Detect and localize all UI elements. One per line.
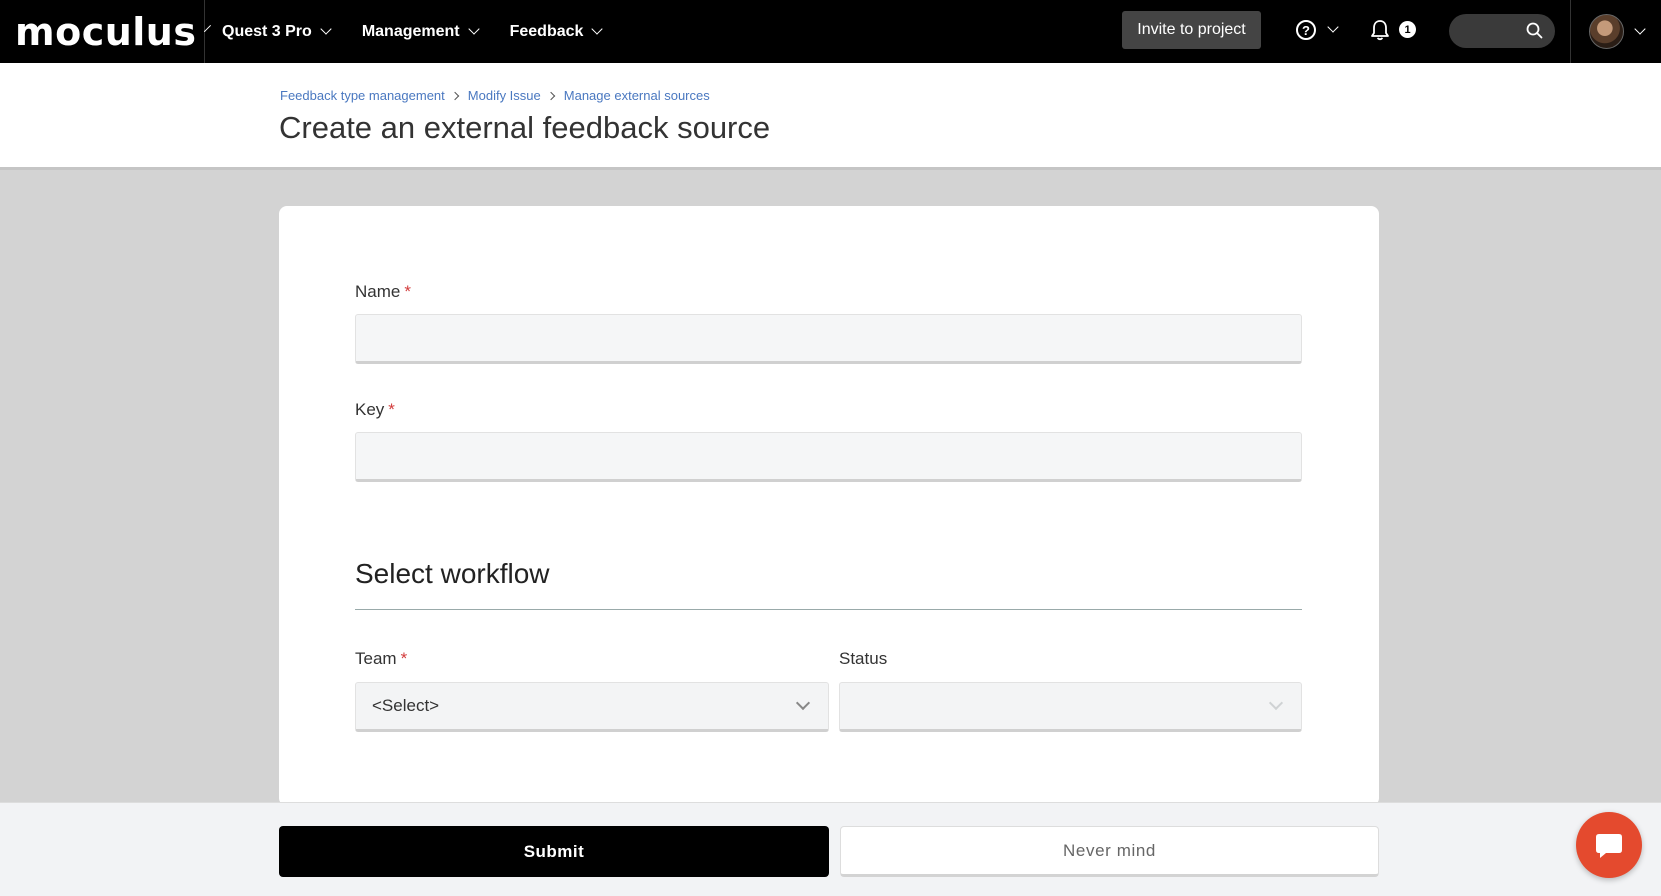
name-field[interactable]: [355, 314, 1302, 364]
chevron-down-icon: [591, 22, 604, 35]
breadcrumb-manage-external-sources[interactable]: Manage external sources: [564, 88, 710, 103]
team-select[interactable]: <Select>: [355, 682, 829, 732]
team-select-value: <Select>: [372, 696, 440, 715]
nav-item-project[interactable]: Quest 3 Pro: [222, 22, 332, 41]
chevron-down-icon: [1327, 21, 1339, 33]
search-icon: [1526, 22, 1543, 39]
page-header: Feedback type management Modify Issue Ma…: [0, 63, 1661, 170]
breadcrumb-feedback-type-management[interactable]: Feedback type management: [280, 88, 445, 103]
chat-button[interactable]: [1576, 812, 1642, 878]
required-marker: *: [400, 649, 408, 668]
chevron-down-icon: [204, 24, 212, 33]
chat-bubble-icon: [1596, 834, 1622, 858]
avatar: [1589, 14, 1624, 49]
form-card: Name * Key * Select workflow Team * <Select…: [279, 206, 1379, 806]
top-nav: moculus Quest 3 Pro Management Feedback …: [0, 0, 1661, 63]
form-footer: Submit Never mind: [0, 802, 1661, 896]
chevron-down-icon: [1634, 22, 1646, 35]
nav-item-label: Management: [361, 22, 460, 40]
nav-item-feedback[interactable]: Feedback: [509, 22, 604, 41]
required-marker: *: [388, 400, 395, 419]
help-icon: ?: [1296, 20, 1316, 40]
team-label-text: Team: [355, 649, 397, 668]
logo-menu[interactable]: moculus: [0, 0, 212, 63]
page-title: Create an external feedback source: [279, 110, 771, 145]
nav-item-management[interactable]: Management: [361, 22, 480, 41]
chevron-down-icon: [795, 695, 811, 711]
chevron-down-icon: [1268, 695, 1284, 711]
status-label-text: Status: [839, 649, 888, 668]
chevron-down-icon: [320, 22, 332, 35]
status-select[interactable]: [839, 682, 1302, 732]
never-mind-button[interactable]: Never mind: [840, 826, 1379, 877]
user-menu[interactable]: [1570, 0, 1661, 63]
key-label-text: Key: [355, 400, 385, 419]
nav-item-label: Quest 3 Pro: [222, 22, 312, 40]
key-field[interactable]: [355, 432, 1302, 482]
invite-to-project-button[interactable]: Invite to project: [1122, 11, 1261, 49]
chevron-right-icon: [450, 91, 460, 100]
select-workflow-heading: Select workflow: [355, 558, 550, 589]
required-marker: *: [404, 282, 411, 301]
help-menu[interactable]: ?: [1296, 20, 1339, 40]
submit-button[interactable]: Submit: [279, 826, 829, 877]
chevron-down-icon: [467, 22, 480, 35]
status-label: Status: [839, 649, 887, 669]
notification-count-badge: 1: [1399, 21, 1416, 38]
section-divider: [355, 609, 1302, 610]
name-label-text: Name: [355, 282, 401, 301]
breadcrumb-modify-issue[interactable]: Modify Issue: [468, 88, 541, 103]
logo: moculus: [15, 9, 197, 54]
bell-icon[interactable]: [1370, 19, 1390, 46]
team-label: Team *: [355, 649, 407, 669]
nav-item-label: Feedback: [509, 22, 584, 40]
chevron-right-icon: [546, 91, 556, 100]
key-label: Key *: [355, 400, 395, 420]
name-label: Name *: [355, 282, 411, 302]
breadcrumb: Feedback type management Modify Issue Ma…: [280, 88, 710, 103]
search-input[interactable]: [1449, 14, 1555, 48]
